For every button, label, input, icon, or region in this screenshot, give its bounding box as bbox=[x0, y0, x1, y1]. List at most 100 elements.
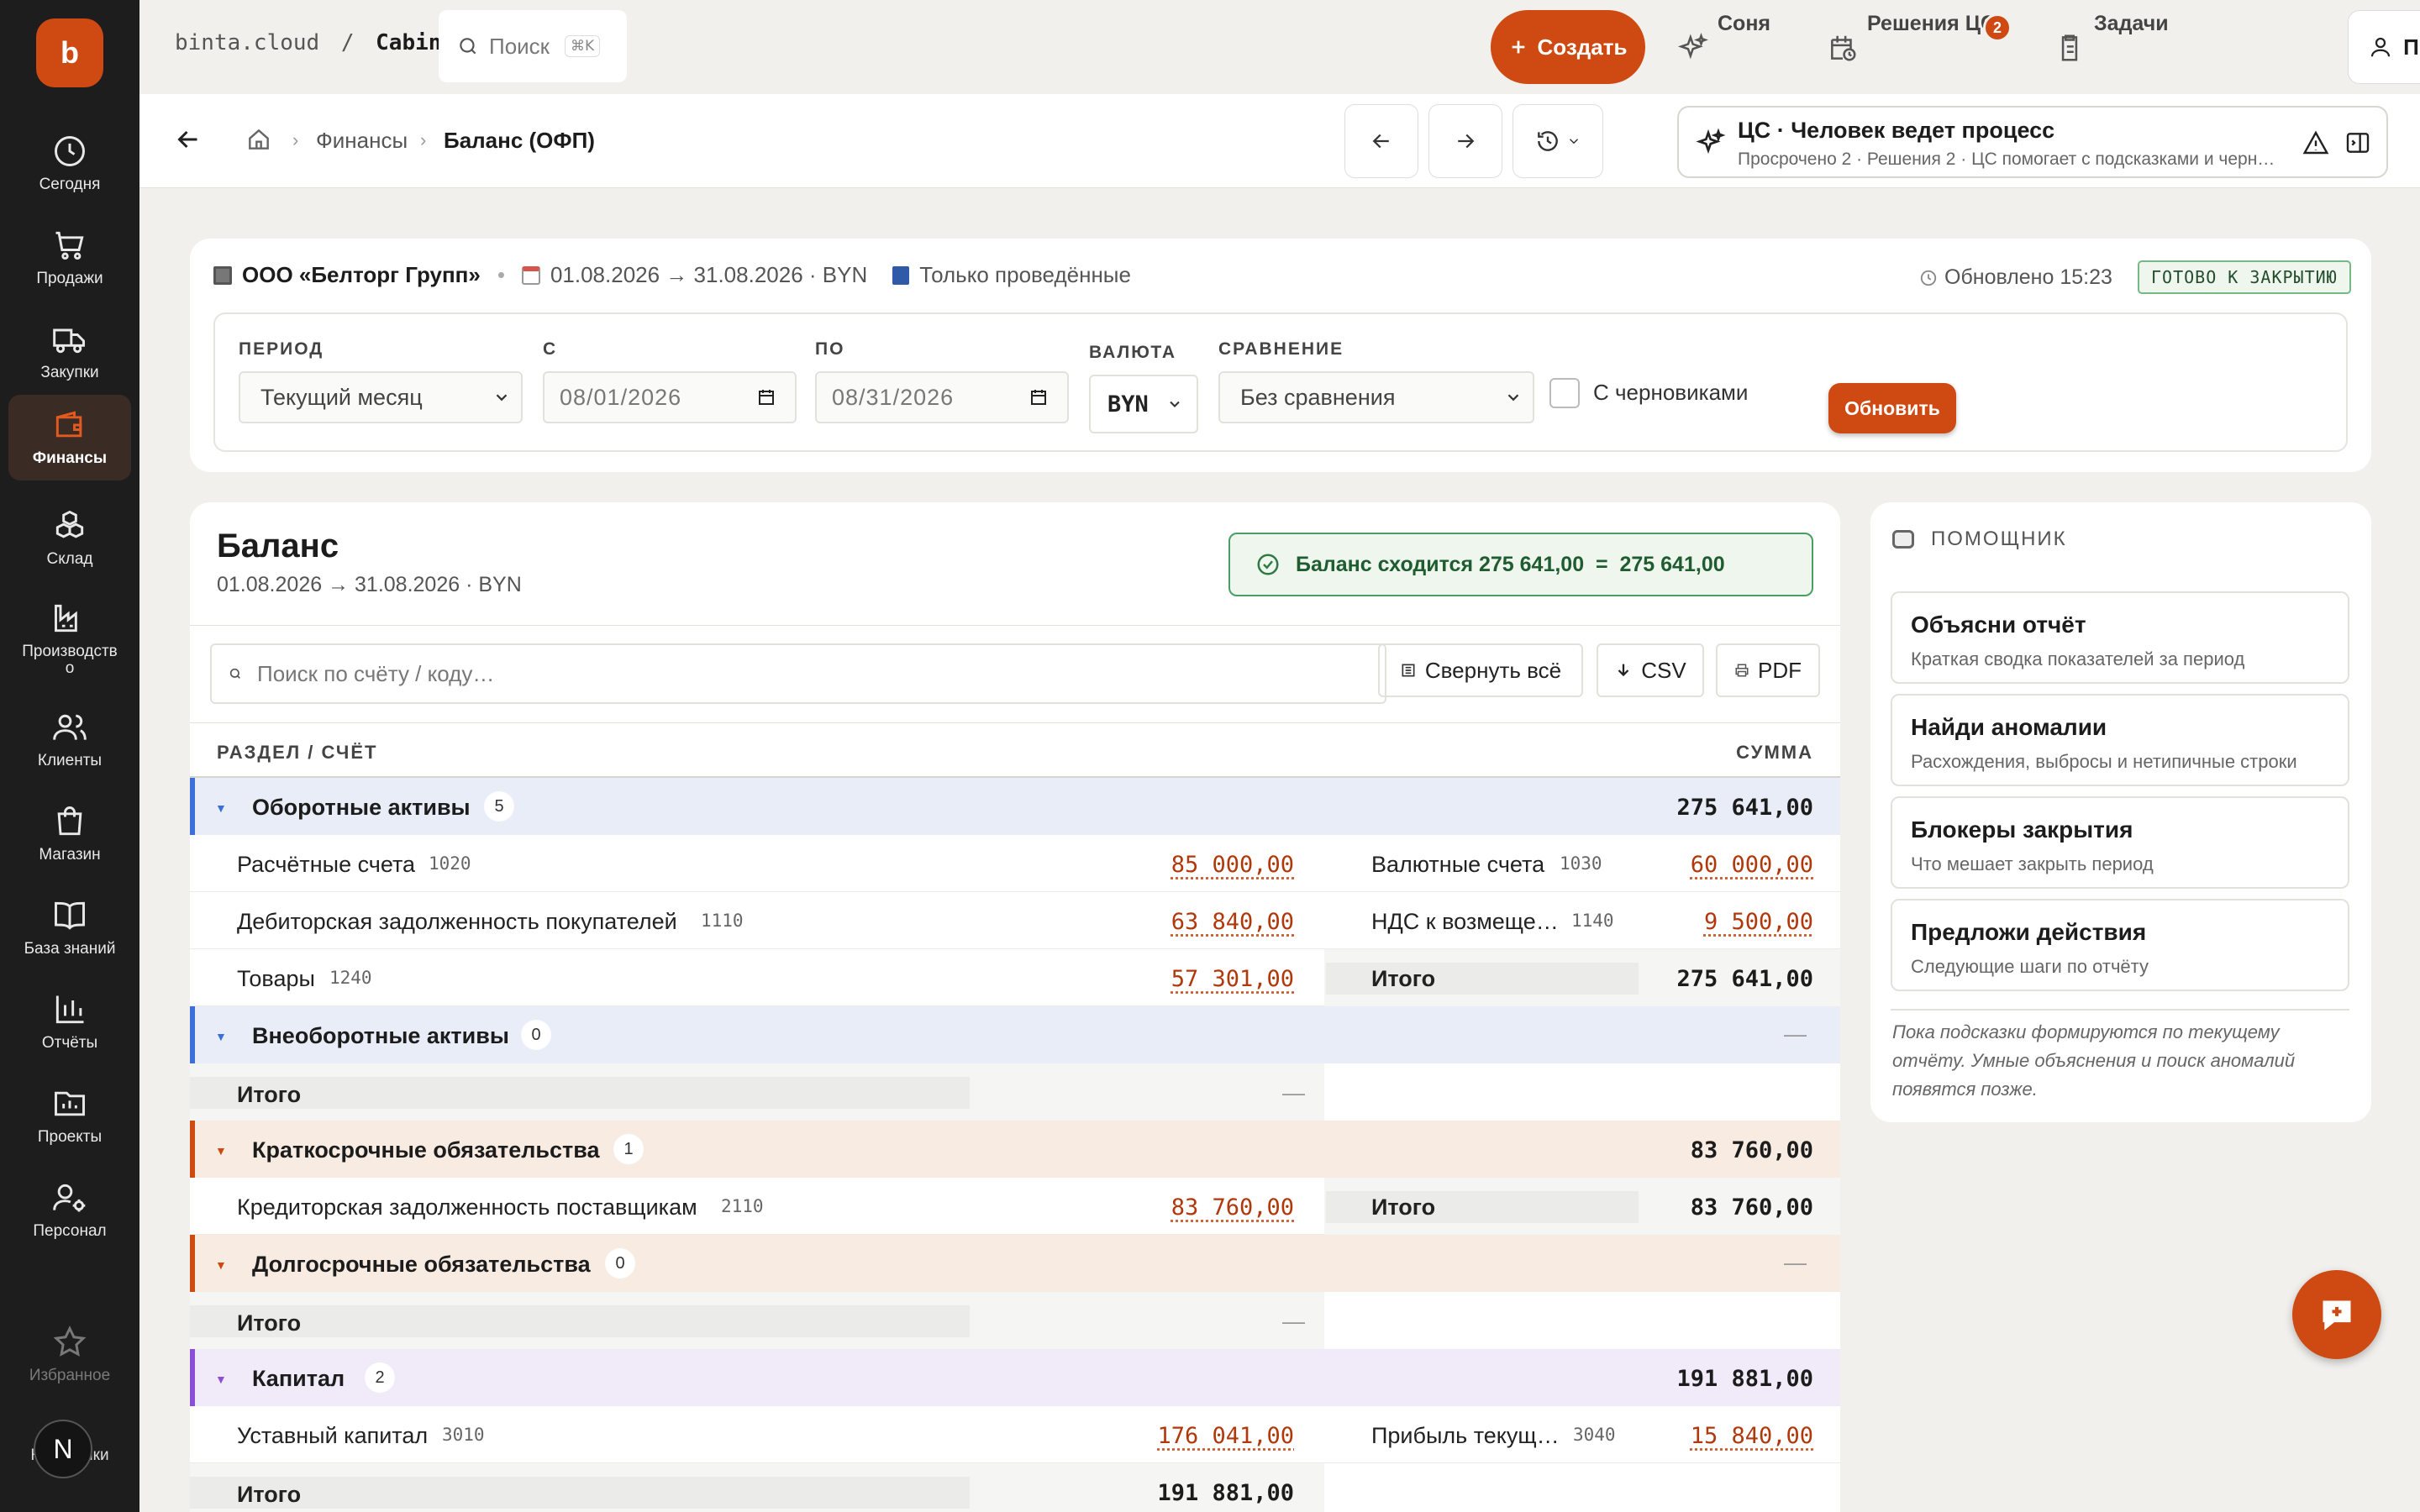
next-button[interactable] bbox=[1428, 104, 1502, 178]
drafts-label[interactable]: С черновиками bbox=[1593, 380, 1748, 406]
tasks-button[interactable]: Задачи bbox=[2054, 10, 2169, 84]
collapse-all-button[interactable]: Свернуть всё bbox=[1378, 643, 1583, 697]
sidebar-item-label: Склад bbox=[46, 550, 93, 568]
chat-fab-button[interactable] bbox=[2292, 1270, 2381, 1359]
app-logo[interactable]: b bbox=[36, 18, 103, 87]
sidebar-item-production[interactable]: Производств о bbox=[8, 588, 131, 680]
chevron-down-icon[interactable]: ▼ bbox=[215, 1030, 227, 1043]
assistant-blockers-button[interactable]: Блокеры закрытия Что мешает закрыть пери… bbox=[1891, 796, 2349, 889]
assistant-explain-button[interactable]: Объясни отчёт Краткая сводка показателей… bbox=[1891, 591, 2349, 684]
prev-button[interactable] bbox=[1344, 104, 1418, 178]
report-title: Баланс bbox=[217, 528, 339, 564]
card-desc: Расхождения, выбросы и нетипичные строки bbox=[1911, 751, 2297, 772]
sidebar-item-today[interactable]: Сегодня bbox=[8, 121, 131, 205]
chevron-right-icon: › bbox=[292, 129, 299, 150]
compare-select[interactable]: Без сравнения bbox=[1218, 371, 1534, 423]
total-value: 83 760,00 bbox=[1690, 1194, 1813, 1221]
sidebar-item-sales[interactable]: Продажи bbox=[8, 215, 131, 299]
refresh-button[interactable]: Обновить bbox=[1828, 383, 1956, 433]
sidebar-item-projects[interactable]: Проекты bbox=[8, 1074, 131, 1158]
avatar[interactable]: N bbox=[34, 1420, 92, 1478]
decisions-button[interactable]: Решения ЦС bbox=[1827, 10, 1996, 84]
section-capital[interactable]: ▼ Капитал 2 191 881,00 bbox=[190, 1349, 1840, 1406]
account-amount[interactable]: 176 041,00 bbox=[1157, 1423, 1294, 1449]
profile-button[interactable]: Профиль bbox=[2348, 10, 2420, 84]
search-placeholder: Поиск по счёту / коду… bbox=[257, 660, 495, 686]
total-value: 191 881,00 bbox=[1157, 1480, 1294, 1506]
date-to-value: 08/31/2026 bbox=[832, 384, 955, 410]
section-noncurrent-assets[interactable]: ▼ Внеоборотные активы 0 — bbox=[190, 1006, 1840, 1063]
account-amount[interactable]: 63 840,00 bbox=[1171, 909, 1294, 935]
account-amount[interactable]: 85 000,00 bbox=[1171, 852, 1294, 878]
period-label: ПЕРИОД bbox=[239, 339, 324, 359]
account-search-input[interactable]: Поиск по счёту / коду… bbox=[210, 643, 1386, 704]
sidebar-item-purchases[interactable]: Закупки bbox=[8, 309, 131, 393]
create-button[interactable]: Создать bbox=[1491, 10, 1645, 84]
sidebar-item-finance[interactable]: Финансы bbox=[8, 395, 131, 480]
sidebar-item-shop[interactable]: Магазин bbox=[8, 791, 131, 875]
chevron-down-icon[interactable]: ▼ bbox=[215, 1144, 227, 1158]
sidebar-item-knowledge[interactable]: База знаний bbox=[8, 885, 131, 969]
date-from-input[interactable]: 08/01/2026 bbox=[543, 371, 797, 423]
shop-icon bbox=[57, 806, 82, 836]
sidebar-item-label: Финансы bbox=[32, 449, 108, 467]
account-name: Валютные счета bbox=[1371, 852, 1545, 877]
section-name: Капитал bbox=[252, 1366, 345, 1391]
breadcrumb-finance[interactable]: Финансы bbox=[316, 128, 408, 154]
chevron-down-icon[interactable]: ▼ bbox=[215, 1373, 227, 1386]
home-button[interactable] bbox=[245, 126, 272, 153]
sidebar-item-staff[interactable]: Персонал bbox=[8, 1168, 131, 1252]
sidebar-item-clients[interactable]: Клиенты bbox=[8, 697, 131, 781]
warning-icon[interactable] bbox=[2302, 129, 2329, 156]
panel-toggle-icon[interactable] bbox=[2344, 129, 2371, 156]
search-input[interactable]: Поиск ⌘K bbox=[439, 10, 627, 82]
period-select[interactable]: Текущий месяц bbox=[239, 371, 523, 423]
account-amount[interactable]: 83 760,00 bbox=[1171, 1194, 1294, 1221]
robot-icon bbox=[1892, 530, 1914, 549]
report-context: ООО «Белторг Групп» • 01.08.2026 → 31.08… bbox=[213, 262, 1131, 288]
back-button[interactable] bbox=[173, 124, 203, 155]
section-short-liabilities[interactable]: ▼ Краткосрочные обязательства 1 83 760,0… bbox=[190, 1121, 1840, 1178]
company-name[interactable]: ООО «Белторг Групп» bbox=[242, 262, 481, 288]
cs-status-card[interactable]: ЦС · Человек ведет процесс Просрочено 2 … bbox=[1677, 106, 2388, 178]
wallet-icon bbox=[55, 411, 82, 438]
section-long-liabilities[interactable]: ▼ Долгосрочные обязательства 0 — bbox=[190, 1235, 1840, 1292]
account-name: Уставный капитал bbox=[237, 1423, 429, 1448]
account-amount[interactable]: 60 000,00 bbox=[1691, 852, 1813, 878]
sidebar-item-label: Отчёты bbox=[41, 1034, 98, 1052]
sidebar-item-label: База знаний bbox=[24, 940, 116, 958]
date-to-input[interactable]: 08/31/2026 bbox=[815, 371, 1069, 423]
domain-label[interactable]: binta.cloud bbox=[175, 30, 319, 55]
card-desc: Краткая сводка показателей за период bbox=[1911, 648, 2245, 669]
status-badge: ГОТОВО К ЗАКРЫТИЮ bbox=[2138, 260, 2351, 294]
sonya-button[interactable]: Соня bbox=[1677, 10, 1770, 84]
section-total: — bbox=[1784, 1021, 1807, 1047]
breadcrumb-separator: / bbox=[340, 30, 355, 55]
chevron-down-icon[interactable]: ▼ bbox=[215, 1258, 227, 1272]
total-label: Итого bbox=[237, 1082, 302, 1107]
assistant-anomalies-button[interactable]: Найди аномалии Расхождения, выбросы и не… bbox=[1891, 694, 2349, 786]
sidebar-item-label: Клиенты bbox=[37, 752, 103, 769]
sidebar-item-reports[interactable]: Отчёты bbox=[8, 979, 131, 1063]
clock-icon bbox=[1920, 270, 1937, 286]
drafts-checkbox[interactable] bbox=[1549, 378, 1580, 408]
assistant-actions-button[interactable]: Предложи действия Следующие шаги по отчё… bbox=[1891, 899, 2349, 991]
period-value: Текущий месяц bbox=[260, 384, 423, 410]
collapse-icon bbox=[1402, 664, 1415, 677]
history-button[interactable] bbox=[1512, 104, 1603, 178]
csv-export-button[interactable]: CSV bbox=[1597, 643, 1704, 697]
account-amount[interactable]: 57 301,00 bbox=[1171, 966, 1294, 992]
pdf-export-button[interactable]: PDF bbox=[1716, 643, 1820, 697]
account-amount[interactable]: 9 500,00 bbox=[1704, 909, 1813, 935]
building-icon bbox=[213, 265, 232, 285]
download-icon bbox=[1618, 664, 1629, 677]
currency-select[interactable]: BYN bbox=[1089, 375, 1198, 433]
account-amount[interactable]: 15 840,00 bbox=[1691, 1423, 1813, 1449]
section-current-assets[interactable]: ▼ Оборотные активы 5 275 641,00 bbox=[190, 778, 1840, 835]
sidebar-item-label: Закупки bbox=[40, 364, 99, 381]
topbar: binta.cloud / Cabinet Поиск ⌘K Создать С… bbox=[139, 0, 2420, 94]
sidebar-item-warehouse[interactable]: Склад bbox=[8, 496, 131, 580]
chevron-down-icon[interactable]: ▼ bbox=[215, 801, 227, 815]
chevron-down-icon bbox=[1569, 139, 1579, 144]
sidebar-item-favorites[interactable]: Избранное bbox=[8, 1312, 131, 1396]
